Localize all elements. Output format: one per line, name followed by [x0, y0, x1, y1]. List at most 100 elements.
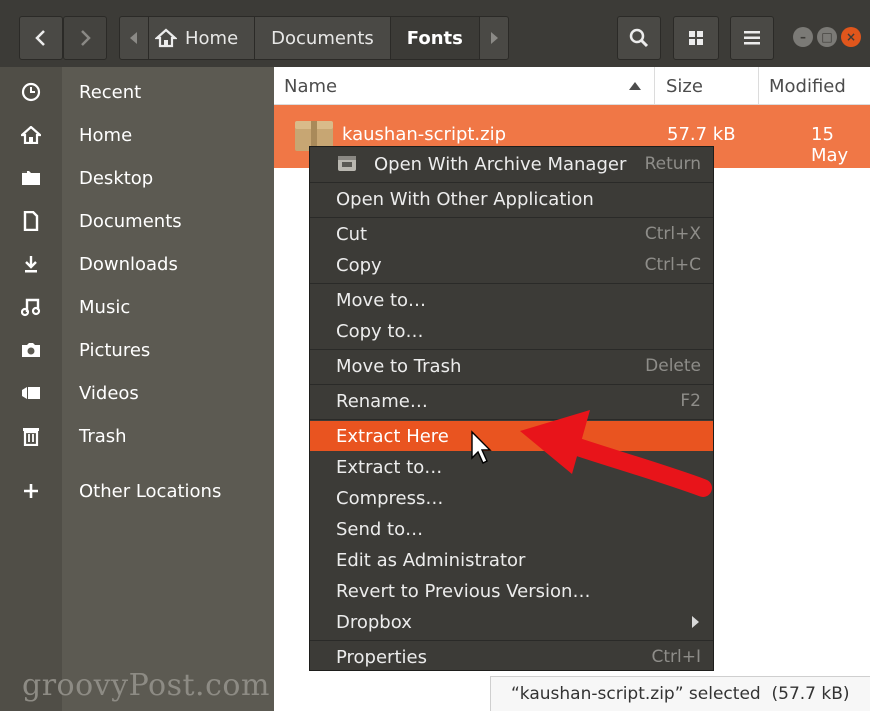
menu-item-compress[interactable]: Compress…	[310, 483, 713, 513]
video-icon	[0, 386, 62, 400]
search-icon	[629, 28, 649, 48]
sidebar-item-label: Desktop	[79, 167, 154, 189]
close-icon: ×	[845, 30, 857, 44]
grid-view-button[interactable]	[673, 16, 719, 60]
menu-item-label: Revert to Previous Version…	[336, 580, 591, 602]
sidebar-item-desktop[interactable]: Desktop	[0, 158, 274, 198]
trash-icon	[0, 426, 62, 446]
menu-separator	[310, 217, 713, 218]
sidebar-item-label: Pictures	[79, 339, 151, 361]
sidebar-item-label: Recent	[79, 81, 142, 103]
path-scroll-left-button[interactable]	[120, 17, 149, 59]
back-button[interactable]	[19, 16, 63, 60]
column-header-label: Modified	[769, 75, 846, 97]
column-header-size[interactable]: Size	[654, 67, 759, 105]
menu-item-shortcut: Ctrl+X	[644, 224, 701, 244]
menu-item-move-to-trash[interactable]: Move to Trash Delete	[310, 351, 713, 381]
sidebar-item-pictures[interactable]: Pictures	[0, 330, 274, 370]
sidebar-item-documents[interactable]: Documents	[0, 201, 274, 241]
menu-item-label: Move to Trash	[336, 355, 462, 377]
menu-item-label: Open With Archive Manager	[374, 153, 627, 175]
path-segment-fonts[interactable]: Fonts	[390, 17, 480, 59]
menu-item-rename[interactable]: Rename… F2	[310, 386, 713, 416]
menu-item-move-to[interactable]: Move to…	[310, 285, 713, 315]
menu-item-revert-to-previous-version[interactable]: Revert to Previous Version…	[310, 576, 713, 606]
download-icon	[0, 254, 62, 274]
menu-item-extract-to[interactable]: Extract to…	[310, 452, 713, 482]
sidebar-item-label: Trash	[79, 425, 127, 447]
menu-item-shortcut: F2	[680, 391, 701, 411]
sort-ascending-icon	[629, 82, 641, 90]
menu-separator	[310, 419, 713, 420]
minimize-icon: –	[800, 30, 806, 44]
path-segment-home[interactable]: Home	[149, 17, 256, 59]
maximize-button[interactable]: □	[817, 27, 837, 47]
sidebar-item-downloads[interactable]: Downloads	[0, 244, 274, 284]
maximize-icon: □	[821, 30, 833, 44]
forward-button[interactable]	[63, 16, 107, 60]
menu-separator	[310, 384, 713, 385]
menu-item-edit-as-administrator[interactable]: Edit as Administrator	[310, 545, 713, 575]
menu-item-label: Extract Here	[336, 425, 449, 447]
file-modified: 15 May	[811, 124, 849, 166]
minimize-button[interactable]: –	[793, 27, 813, 47]
sidebar-item-music[interactable]: Music	[0, 287, 274, 327]
column-header-modified[interactable]: Modified	[758, 67, 870, 105]
sidebar-item-home[interactable]: Home	[0, 115, 274, 155]
menu-button[interactable]	[730, 16, 774, 60]
close-button[interactable]: ×	[841, 27, 861, 47]
sidebar-item-recent[interactable]: Recent	[0, 72, 274, 112]
status-text: “kaushan-script.zip” selected (57.7 kB)	[511, 684, 850, 704]
window-controls: – □ ×	[793, 27, 861, 47]
menu-item-extract-here[interactable]: Extract Here	[310, 421, 713, 451]
sidebar-item-videos[interactable]: Videos	[0, 373, 274, 413]
document-icon	[0, 211, 62, 231]
file-size: 57.7 kB	[667, 124, 736, 145]
menu-item-open-with-other-application[interactable]: Open With Other Application	[310, 184, 713, 214]
menu-item-dropbox[interactable]: Dropbox	[310, 607, 713, 637]
menu-item-properties[interactable]: Properties Ctrl+I	[310, 642, 713, 672]
menu-item-copy[interactable]: Copy Ctrl+C	[310, 250, 713, 280]
status-bar: “kaushan-script.zip” selected (57.7 kB)	[490, 676, 870, 711]
folder-icon	[0, 169, 62, 187]
sidebar-item-other-locations[interactable]: Other Locations	[0, 471, 274, 511]
archive-manager-icon	[338, 156, 356, 171]
chevron-right-icon	[81, 30, 91, 46]
triangle-left-icon	[130, 32, 137, 44]
menu-item-copy-to[interactable]: Copy to…	[310, 316, 713, 346]
menu-item-label: Rename…	[336, 390, 428, 412]
menu-item-label: Extract to…	[336, 456, 443, 478]
chevron-left-icon	[35, 30, 45, 46]
sidebar-item-trash[interactable]: Trash	[0, 416, 274, 456]
grid-icon	[689, 31, 703, 45]
path-bar: Home Documents Fonts	[119, 16, 509, 60]
menu-item-label: Copy	[336, 254, 382, 276]
path-segment-label: Fonts	[406, 27, 463, 49]
home-icon	[155, 28, 177, 48]
menu-item-label: Copy to…	[336, 320, 424, 342]
menu-item-label: Open With Other Application	[336, 188, 594, 210]
sidebar-item-label: Documents	[79, 210, 182, 232]
path-segment-documents[interactable]: Documents	[255, 17, 391, 59]
sidebar-item-label: Videos	[79, 382, 139, 404]
menu-item-label: Dropbox	[336, 611, 412, 633]
menu-item-send-to[interactable]: Send to…	[310, 514, 713, 544]
path-scroll-right-button[interactable]	[480, 17, 508, 59]
menu-item-open-with-archive-manager[interactable]: Open With Archive Manager Return	[310, 149, 713, 179]
menu-separator	[310, 640, 713, 641]
menu-item-label: Compress…	[336, 487, 444, 509]
menu-item-shortcut: Return	[644, 154, 701, 174]
sidebar-item-label: Home	[79, 124, 133, 146]
column-header-name[interactable]: Name	[284, 67, 654, 105]
menu-item-label: Cut	[336, 223, 368, 245]
path-segment-label: Home	[185, 27, 239, 49]
sidebar-item-label: Downloads	[79, 253, 178, 275]
search-button[interactable]	[617, 16, 661, 60]
watermark: groovyPost.com	[22, 668, 270, 703]
menu-separator	[310, 283, 713, 284]
sidebar-item-label: Music	[79, 296, 131, 318]
menu-separator	[310, 182, 713, 183]
menu-item-label: Send to…	[336, 518, 424, 540]
menu-item-cut[interactable]: Cut Ctrl+X	[310, 219, 713, 249]
menu-separator	[310, 349, 713, 350]
